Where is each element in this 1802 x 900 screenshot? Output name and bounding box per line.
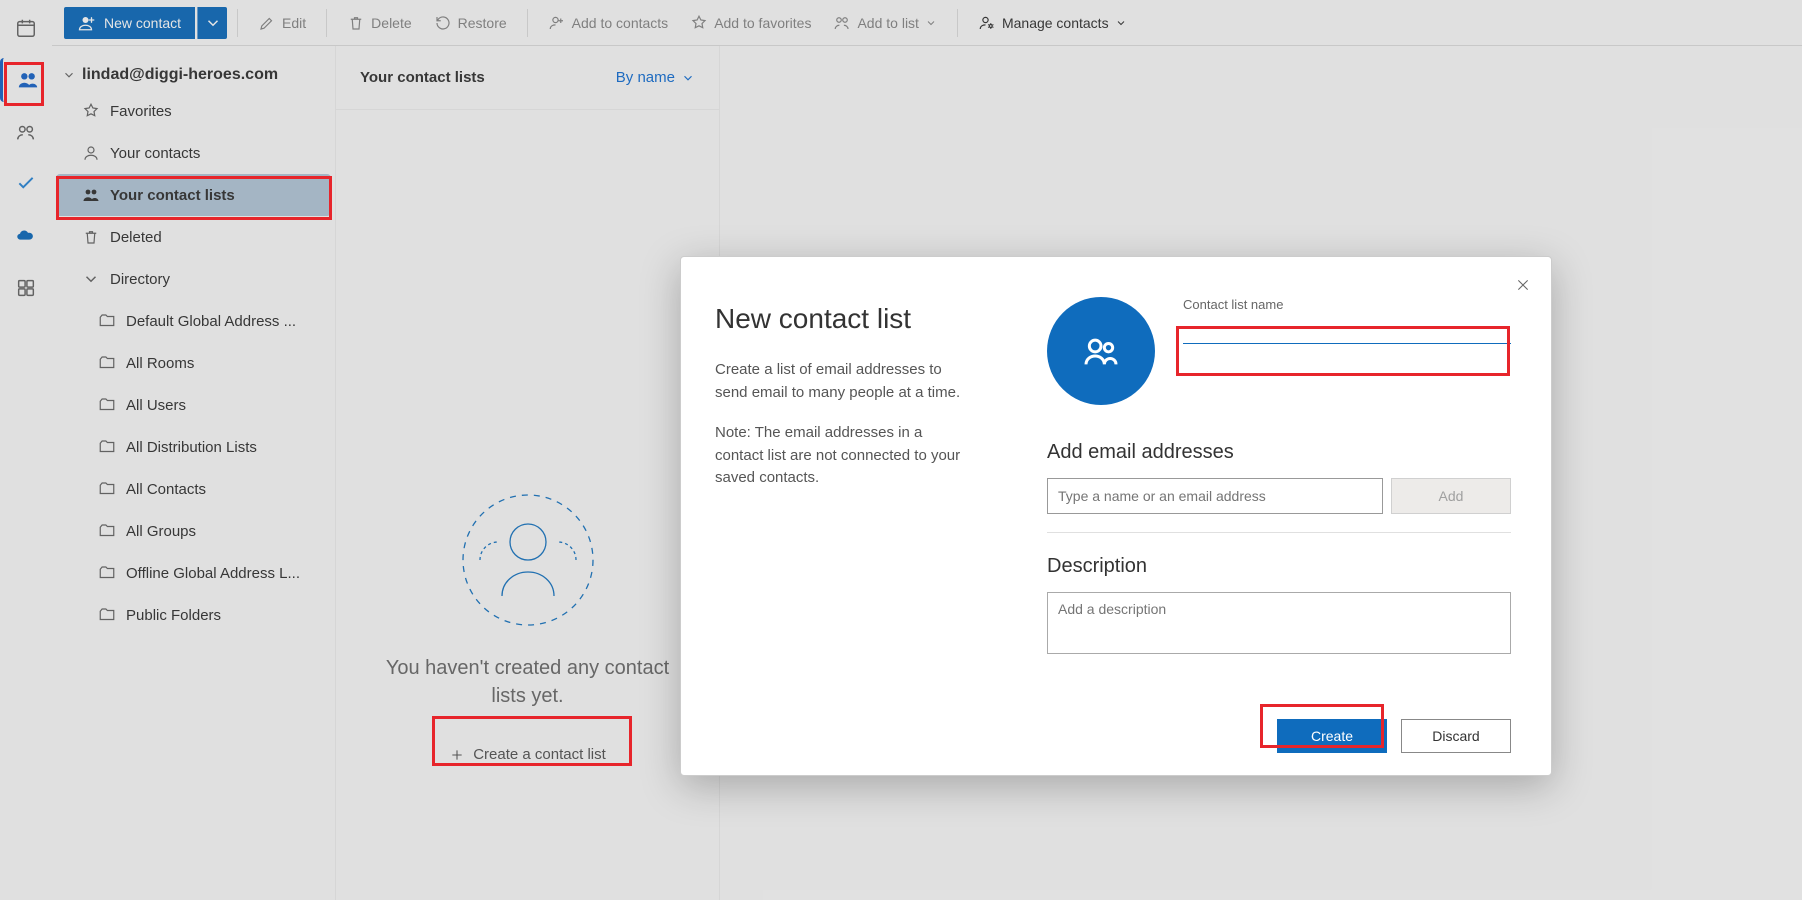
divider <box>237 9 238 37</box>
modal-desc-1: Create a list of email addresses to send… <box>715 359 973 404</box>
calendar-rail-icon[interactable] <box>4 6 48 50</box>
sidebar-directory-item[interactable]: All Groups <box>52 510 335 552</box>
sidebar-item-favorites[interactable]: Favorites <box>52 90 335 132</box>
modal-close-button[interactable] <box>1507 269 1539 301</box>
sidebar-directory-item[interactable]: All Users <box>52 384 335 426</box>
modal-desc-2: Note: The email addresses in a contact l… <box>715 422 973 490</box>
sidebar-item-deleted[interactable]: Deleted <box>52 216 335 258</box>
sidebar-item-directory[interactable]: Directory <box>52 258 335 300</box>
create-contact-list-link[interactable]: Create a contact list <box>449 746 606 763</box>
description-heading: Description <box>1047 555 1511 578</box>
sidebar-directory-item[interactable]: Public Folders <box>52 594 335 636</box>
sidebar-directory-item[interactable]: All Distribution Lists <box>52 426 335 468</box>
new-contact-button[interactable]: New contact <box>64 7 195 39</box>
sidebar-directory-item[interactable]: All Contacts <box>52 468 335 510</box>
contact-list-avatar <box>1047 297 1155 405</box>
description-input[interactable] <box>1047 592 1511 654</box>
onedrive-rail-icon[interactable] <box>4 214 48 258</box>
sidebar-item-your-contacts[interactable]: Your contacts <box>52 132 335 174</box>
create-button[interactable]: Create <box>1277 719 1387 753</box>
groups-rail-icon[interactable] <box>4 110 48 154</box>
list-column: Your contact lists By name You haven't c… <box>336 46 720 900</box>
new-contact-list-modal: New contact list Create a list of email … <box>680 256 1552 776</box>
todo-rail-icon[interactable] <box>4 162 48 206</box>
add-email-button[interactable]: Add <box>1391 478 1511 514</box>
divider <box>527 9 528 37</box>
sidebar-directory-item[interactable]: All Rooms <box>52 342 335 384</box>
sort-dropdown[interactable]: By name <box>616 69 695 86</box>
email-input[interactable] <box>1047 478 1383 514</box>
edit-button[interactable]: Edit <box>248 7 316 39</box>
empty-illustration <box>458 490 598 630</box>
delete-button[interactable]: Delete <box>337 7 421 39</box>
restore-button[interactable]: Restore <box>424 7 517 39</box>
manage-contacts-button[interactable]: Manage contacts <box>968 7 1137 39</box>
add-to-favorites-button[interactable]: Add to favorites <box>680 7 821 39</box>
account-email: lindad@diggi-heroes.com <box>82 66 278 84</box>
more-apps-rail-icon[interactable] <box>4 266 48 310</box>
new-contact-dropdown[interactable] <box>197 7 227 39</box>
app-rail <box>0 6 52 900</box>
contact-list-name-label: Contact list name <box>1183 297 1511 312</box>
people-rail-icon[interactable] <box>0 58 52 102</box>
add-to-list-button[interactable]: Add to list <box>823 7 946 39</box>
discard-button[interactable]: Discard <box>1401 719 1511 753</box>
divider <box>326 9 327 37</box>
sidebar-directory-item[interactable]: Offline Global Address L... <box>52 552 335 594</box>
add-to-contacts-button[interactable]: Add to contacts <box>538 7 679 39</box>
sidebar-item-your-contact-lists[interactable]: Your contact lists <box>56 174 331 216</box>
modal-title: New contact list <box>715 303 973 335</box>
toolbar: New contact Edit Delete Restore Add to c… <box>52 0 1802 46</box>
sidebar-directory-item[interactable]: Default Global Address ... <box>52 300 335 342</box>
divider <box>957 9 958 37</box>
divider <box>1047 532 1511 533</box>
empty-message: You haven't created any contact lists ye… <box>336 654 719 710</box>
account-toggle[interactable]: lindad@diggi-heroes.com <box>52 60 335 90</box>
add-emails-heading: Add email addresses <box>1047 441 1511 464</box>
list-title: Your contact lists <box>360 69 485 86</box>
folder-sidebar: lindad@diggi-heroes.com Favorites Your c… <box>52 46 336 900</box>
contact-list-name-input[interactable] <box>1183 316 1511 344</box>
